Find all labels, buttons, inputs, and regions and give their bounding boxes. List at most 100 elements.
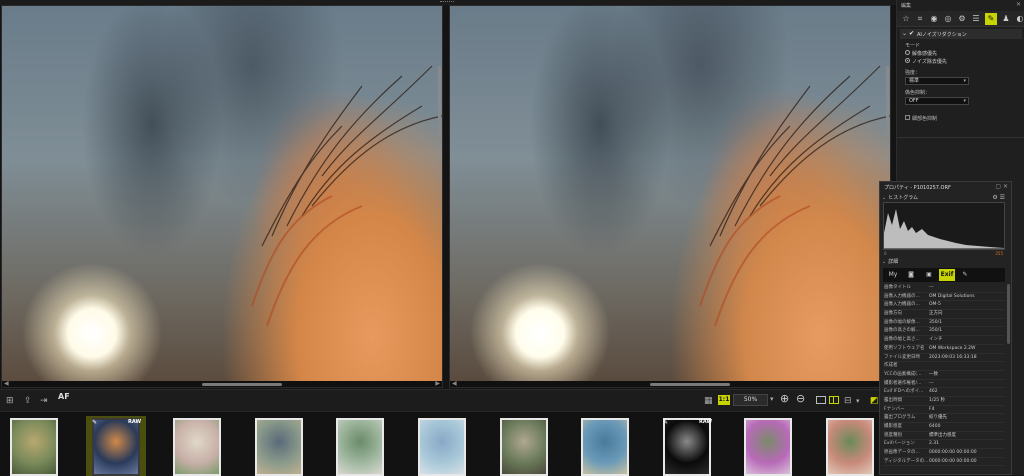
share-icon[interactable]: ⇥ — [40, 395, 48, 407]
curve-icon[interactable]: ⚙ — [956, 13, 968, 25]
table-row[interactable]: 画像の幅と高さ... インチ — [883, 336, 1005, 345]
vertical-scrollbar[interactable] — [438, 66, 441, 146]
redeye-icon[interactable]: ◐ — [1014, 13, 1024, 25]
chevron-down-icon[interactable]: ▾ — [856, 395, 860, 407]
filmstrip-thumbnail[interactable] — [330, 416, 390, 476]
eye-icon[interactable]: ◎ — [942, 13, 954, 25]
table-row[interactable]: Exif IFDへのポイ... 462 — [883, 388, 1005, 397]
grid-icon[interactable]: ⊞ — [6, 395, 14, 407]
color-icon[interactable]: ◉ — [928, 13, 940, 25]
table-row[interactable]: 画像方向 正方向 — [883, 310, 1005, 319]
sliders-icon[interactable]: ☰ — [970, 13, 982, 25]
camera-icon[interactable]: ◙ — [903, 269, 919, 281]
zoom-in-icon[interactable]: ⊕ — [780, 392, 789, 405]
table-row[interactable]: 撮影感度 6400 — [883, 423, 1005, 432]
table-row[interactable]: 感度種別 標準出力感度 — [883, 432, 1005, 441]
table-row[interactable]: 画像タイトル --- — [883, 284, 1005, 293]
table-row[interactable]: 画像の幅の解像... 350/1 — [883, 319, 1005, 328]
star-icon[interactable]: ☆ — [900, 13, 912, 25]
filmstrip-thumbnail[interactable] — [167, 416, 227, 476]
close-icon[interactable]: ✕ — [1016, 1, 1021, 8]
filmstrip-thumbnail[interactable] — [249, 416, 309, 476]
edit-icon[interactable]: ✎ — [957, 269, 973, 281]
highlight-icon[interactable]: ◩ — [870, 395, 879, 407]
horizontal-scrollbar-thumb[interactable] — [650, 383, 730, 386]
filmstrip-thumbnail[interactable] — [4, 416, 64, 476]
strength-label: 強度： — [905, 70, 921, 76]
property-key: 撮影感度 — [884, 424, 902, 429]
panel-window-buttons[interactable]: ▢ ✕ — [995, 183, 1008, 190]
tab-exif[interactable]: Exif — [939, 269, 955, 281]
horizontal-scrollbar-thumb[interactable] — [202, 383, 282, 386]
table-row[interactable]: 撮影者著作権者/... --- — [883, 380, 1005, 389]
ai-noise-reduction-header[interactable]: ⌄ ✔ AIノイズリダクション — [900, 29, 1022, 39]
table-row[interactable]: 露出プログラム 絞り優先 — [883, 414, 1005, 423]
edge-suppress-checkbox[interactable] — [905, 115, 910, 120]
compare-layout-icon[interactable]: ⊟ — [844, 395, 852, 407]
crop-icon[interactable]: ⌗ — [914, 13, 926, 25]
viewer-processed[interactable]: ◀ ▶ — [449, 5, 891, 388]
table-row[interactable]: Exifバージョン 2.31 — [883, 440, 1005, 450]
viewer-original[interactable]: ◀ ▶ — [1, 5, 443, 388]
scroll-left-icon[interactable]: ◀ — [4, 380, 9, 387]
property-key: Exif IFDへのポイ... — [884, 389, 924, 395]
table-row[interactable]: 露出時間 1/25 秒 — [883, 397, 1005, 406]
vertical-scrollbar[interactable] — [886, 66, 889, 146]
filmstrip-thumbnail[interactable]: RAW ✎ — [657, 416, 717, 476]
panel-grip[interactable] — [440, 1, 454, 3]
ratio-1-1-button[interactable]: 1:1 — [718, 395, 730, 405]
filmstrip-thumbnail[interactable] — [820, 416, 880, 476]
histogram-max: 255 — [995, 251, 1003, 256]
strength-select[interactable]: 標準 ▾ — [905, 77, 969, 85]
table-row[interactable]: 原画像データの... 0000:00:00 00:00:00 — [883, 449, 1005, 458]
single-view-icon[interactable] — [816, 396, 826, 404]
edited-pen-icon: ✎ — [663, 419, 669, 426]
table-row[interactable]: 画像入力機器の... OM Digital Solutions — [883, 293, 1005, 302]
details-section-header[interactable]: ⌄ 詳細 — [882, 258, 898, 265]
false-color-select[interactable]: OFF ▾ — [905, 97, 969, 105]
table-row[interactable]: 使用ソフトウェア名 OM Workspace 2.2W — [883, 345, 1005, 354]
thumbnail-image — [581, 418, 629, 476]
table-row[interactable]: 画像の高さの解... 350/1 — [883, 327, 1005, 337]
chevron-down-icon[interactable]: ▾ — [770, 395, 774, 403]
noise-icon[interactable]: ✎ — [985, 13, 997, 25]
filmstrip-thumbnail[interactable] — [412, 416, 472, 476]
split-view-icon[interactable] — [829, 396, 839, 404]
property-value: 絞り優先 — [929, 415, 947, 421]
horizontal-scroll-track[interactable] — [2, 381, 442, 387]
histogram-section-header[interactable]: ⌄ ヒストグラム — [882, 194, 918, 201]
thumbnail-image — [744, 418, 792, 476]
zoom-out-icon[interactable]: ⊖ — [796, 392, 805, 405]
filmstrip-thumbnail[interactable] — [494, 416, 554, 476]
stamp-icon[interactable]: ♟ — [1000, 13, 1012, 25]
image-icon[interactable]: ▣ — [921, 269, 937, 281]
table-row[interactable]: 画像入力機器の... OM-5 — [883, 301, 1005, 311]
table-row[interactable]: Fナンバー F4 — [883, 406, 1005, 415]
filmstrip-thumbnail[interactable] — [575, 416, 635, 476]
table-row[interactable]: 作成者 — [883, 362, 1005, 371]
table-row[interactable]: YCCの画素構成(... 一致 — [883, 371, 1005, 380]
thumbnail-image — [92, 418, 140, 476]
vertical-scrollbar[interactable] — [1007, 284, 1010, 344]
zoom-field[interactable]: 50% — [733, 394, 768, 406]
tab-my[interactable]: My — [885, 269, 901, 281]
af-point-button[interactable]: AF — [58, 393, 70, 401]
gear-icon[interactable]: ⚙ ☰ — [992, 194, 1005, 201]
property-key: 画像入力機器の... — [884, 293, 920, 299]
horizontal-scroll-track[interactable] — [450, 381, 890, 387]
filmstrip-thumbnail[interactable] — [738, 416, 798, 476]
scroll-left-icon[interactable]: ◀ — [452, 380, 457, 387]
filmstrip: RAW ✎ RAW ✎ — [0, 411, 896, 476]
compare-icon[interactable]: ▦ — [704, 395, 713, 407]
mode-radio-resolution[interactable] — [905, 50, 910, 55]
table-row[interactable]: ファイル変更日時 2023:09:03 16:33:18 — [883, 354, 1005, 363]
edit-panel-title: 編集 — [901, 3, 912, 9]
chevron-down-icon[interactable]: ⌄ — [902, 30, 907, 37]
scroll-right-icon[interactable]: ▶ — [435, 380, 440, 387]
table-row[interactable]: ディジタルデータの... 0000:00:00 00:00:00 — [883, 458, 1005, 467]
property-value: --- — [929, 285, 934, 290]
filmstrip-thumbnail[interactable]: RAW ✎ — [86, 416, 146, 476]
export-icon[interactable]: ⇪ — [24, 395, 32, 407]
mode-radio-noise[interactable] — [905, 58, 910, 63]
enable-checkmark-icon[interactable]: ✔ — [909, 30, 914, 37]
